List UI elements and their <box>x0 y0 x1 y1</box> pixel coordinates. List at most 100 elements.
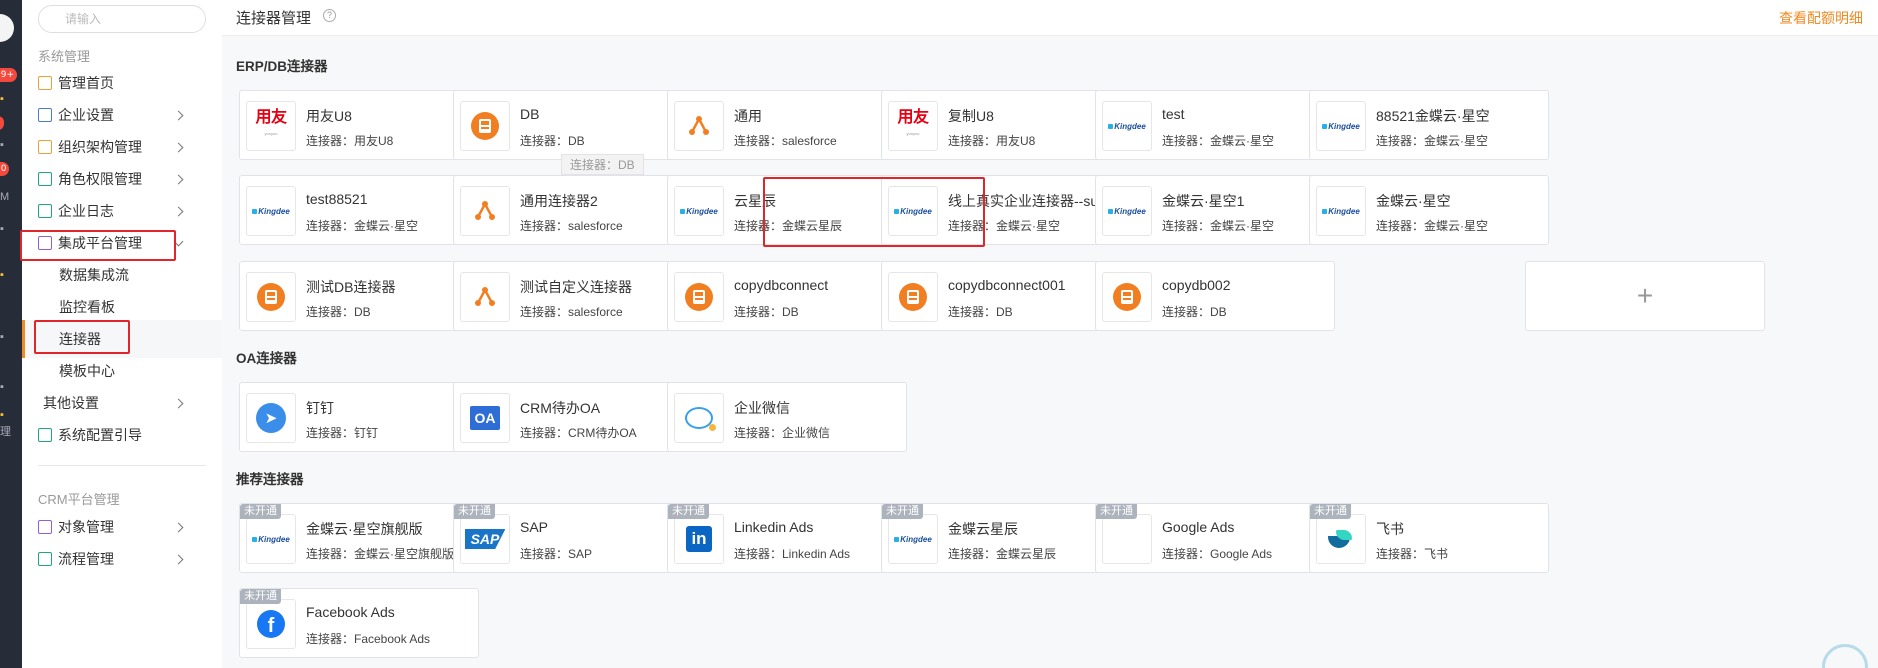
group-title-crm: CRM平台管理 <box>38 492 120 507</box>
connector-card[interactable]: 测试自定义连接器 连接器：salesforce <box>453 261 693 331</box>
connector-card[interactable]: 未开通 SAP SAP 连接器：SAP <box>453 503 693 573</box>
quota-detail-link[interactable]: 查看配额明细 <box>1779 8 1863 28</box>
connector-type: 连接器：DB <box>306 305 371 319</box>
connector-card[interactable]: Kingdee 金蝶云·星空1 连接器：金蝶云·星空 <box>1095 175 1335 245</box>
connector-logo: OA <box>460 393 510 443</box>
not-enabled-tag: 未开通 <box>240 589 281 604</box>
connector-type: 连接器：钉钉 <box>306 426 379 440</box>
connector-logo <box>674 101 724 151</box>
connector-card[interactable]: ➤ 钉钉 连接器：钉钉 <box>239 382 479 452</box>
section-title-erp: ERP/DB连接器 <box>236 59 328 74</box>
connector-card[interactable]: 未开通 in Linkedin Ads 连接器：Linkedin Ads <box>667 503 907 573</box>
not-enabled-tag: 未开通 <box>1096 504 1137 519</box>
org-chart-icon <box>38 140 52 154</box>
connector-logo <box>674 272 724 322</box>
connector-name: CRM待办OA <box>520 400 601 416</box>
connector-card[interactable]: 用友 yonyou 用友U8 连接器：用友U8 <box>239 90 479 160</box>
connector-card[interactable]: Kingdee 金蝶云·星空 连接器：金蝶云·星空 <box>1309 175 1549 245</box>
connector-logo <box>460 101 510 151</box>
connector-name: 线上真实企业连接器--su... <box>948 193 1110 209</box>
connector-name: 金蝶云·星空旗舰版 <box>306 521 423 537</box>
connector-type: 连接器：金蝶云·星空旗舰版 <box>306 547 454 561</box>
kingdee-logo: Kingdee <box>1322 122 1360 131</box>
page-header: 连接器管理 ? 查看配额明细 <box>222 0 1878 36</box>
connector-card[interactable]: Kingdee test88521 连接器：金蝶云·星空 <box>239 175 479 245</box>
connector-name: 通用 <box>734 108 762 124</box>
section-title-recommended: 推荐连接器 <box>236 472 304 487</box>
connector-card[interactable]: copydbconnect 连接器：DB <box>667 261 907 331</box>
connector-card[interactable]: 通用 连接器：salesforce <box>667 90 907 160</box>
connector-type: 连接器：飞书 <box>1376 547 1449 561</box>
connector-name: Google Ads <box>1162 519 1235 535</box>
sap-logo: SAP <box>464 529 506 549</box>
connector-card[interactable]: 通用连接器2 连接器：salesforce <box>453 175 693 245</box>
connector-card[interactable]: Kingdee 云星辰连接器：金蝶云星辰 <box>667 175 907 245</box>
connector-type: 连接器：salesforce <box>520 219 623 233</box>
connector-card[interactable]: OA CRM待办OA 连接器：CRM待办OA <box>453 382 693 452</box>
not-enabled-tag: 未开通 <box>882 504 923 519</box>
chip-icon <box>38 236 52 250</box>
not-enabled-tag: 未开通 <box>1310 504 1351 519</box>
connector-type: 连接器：金蝶云星辰 <box>734 219 843 233</box>
connector-card[interactable]: DB 连接器：DB <box>453 90 693 160</box>
sidebar-item-label: 集成平台管理 <box>58 235 142 251</box>
rail-icon[interactable]: ▪ <box>0 408 14 422</box>
connector-card[interactable]: 测试DB连接器 连接器：DB <box>239 261 479 331</box>
chevron-right-icon <box>173 174 184 184</box>
rail-icon[interactable]: ▪ <box>0 92 14 106</box>
connector-logo: Kingdee <box>246 186 296 236</box>
sidebar-item-guide[interactable]: 系统配置引导 <box>22 416 222 454</box>
kingdee-logo: Kingdee <box>252 207 290 216</box>
rail-glyph[interactable]: 理 <box>0 425 14 439</box>
generic-connector-icon <box>689 116 709 135</box>
rail-icon[interactable]: ▪ <box>0 138 14 152</box>
connector-name: 云星辰 <box>734 193 776 209</box>
connector-logo <box>460 272 510 322</box>
connector-logo: Kingdee <box>674 186 724 236</box>
rail-icon[interactable]: ▪ <box>0 380 14 394</box>
connector-logo: ➤ <box>246 393 296 443</box>
sidebar-item-label: 流程管理 <box>58 551 114 567</box>
rail-icon[interactable]: ▪ <box>0 330 14 344</box>
oa-icon: OA <box>470 406 500 430</box>
search-input[interactable] <box>38 5 206 33</box>
connector-logo: Kingdee <box>1102 186 1152 236</box>
connector-card[interactable]: 未开通 Kingdee 金蝶云星辰 连接器：金蝶云星辰 <box>881 503 1121 573</box>
help-icon[interactable]: ? <box>323 9 336 22</box>
connector-card[interactable]: 企业微信 连接器：企业微信 <box>667 382 907 452</box>
connector-card[interactable]: 未开通 Kingdee 金蝶云·星空旗舰版 连接器：金蝶云·星空旗舰版 <box>239 503 479 573</box>
rail-icon[interactable]: ▪ <box>0 222 14 236</box>
connector-logo: f <box>246 599 296 649</box>
avatar[interactable] <box>0 14 14 42</box>
connector-card[interactable]: 未开通 Google Ads 连接器：Google Ads <box>1095 503 1335 573</box>
connector-type: 连接器：CRM待办OA <box>520 426 637 440</box>
connector-card[interactable]: Kingdee 88521金蝶云·星空 连接器：金蝶云·星空 <box>1309 90 1549 160</box>
connector-card[interactable]: 未开通 飞书 连接器：飞书 <box>1309 503 1549 573</box>
connector-card[interactable]: Kingdee 线上真实企业连接器--su... 连接器：金蝶云·星空 <box>881 175 1121 245</box>
connector-card[interactable]: 用友 yonyou 复制U8 连接器：用友U8 <box>881 90 1121 160</box>
connector-logo <box>888 272 938 322</box>
connector-type: 连接器：DB <box>734 305 799 319</box>
connector-logo: 用友 yonyou <box>246 101 296 151</box>
generic-connector-icon <box>475 287 495 306</box>
connector-type: 连接器：金蝶云·星空 <box>948 219 1060 233</box>
sidebar-item-process[interactable]: 流程管理 <box>22 540 222 578</box>
rail-glyph[interactable]: M <box>0 190 14 204</box>
notification-badge: 99+ <box>0 68 17 82</box>
db-icon <box>685 283 713 311</box>
kingdee-logo: Kingdee <box>1322 207 1360 216</box>
connector-card[interactable]: 未开通 f Facebook Ads 连接器：Facebook Ads <box>239 588 479 658</box>
connector-card[interactable]: Kingdee test 连接器：金蝶云·星空 <box>1095 90 1335 160</box>
rail-icon[interactable]: ▪ <box>0 268 14 282</box>
connector-type: 连接器：金蝶云·星空 <box>306 219 418 233</box>
corner-decoration <box>1822 644 1868 668</box>
generic-connector-icon <box>475 201 495 220</box>
chevron-right-icon <box>173 522 184 532</box>
connector-card[interactable]: copydb002 连接器：DB <box>1095 261 1335 331</box>
guide-icon <box>38 428 52 442</box>
divider <box>38 465 206 466</box>
connector-card[interactable]: copydbconnect001 连接器：DB <box>881 261 1121 331</box>
chevron-right-icon <box>173 554 184 564</box>
yonyou-logo: 用友 yonyou <box>255 109 287 137</box>
add-connector-card[interactable]: + <box>1525 261 1765 331</box>
